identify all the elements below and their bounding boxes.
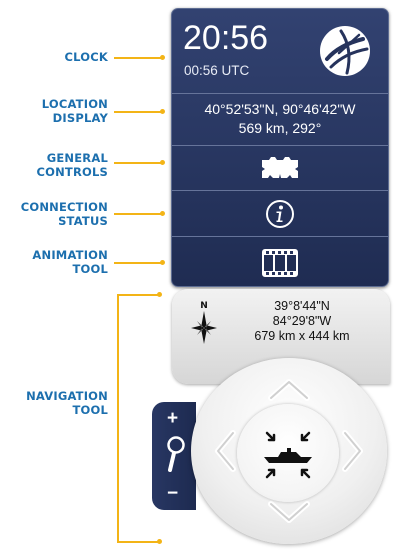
location-coords: 40°52'53"N, 90°46'42"W: [204, 101, 356, 117]
pan-left-button[interactable]: [215, 430, 236, 472]
zoom-in-button[interactable]: +: [167, 409, 178, 428]
clock-section[interactable]: 20:56 00:56 UTC: [172, 9, 388, 93]
callout-navigation: NAVIGATION TOOL: [26, 389, 108, 417]
navigation-extent: 679 km x 444 km: [254, 329, 350, 343]
location-distance: 569 km, 292°: [238, 120, 322, 136]
clock-utc: 00:56 UTC: [184, 63, 250, 78]
info-icon: [266, 199, 294, 228]
callout-connection-leader: [114, 211, 165, 216]
callout-location-leader: [114, 109, 165, 114]
callout-animation-leader: [114, 260, 165, 265]
globe-icon[interactable]: [317, 23, 373, 79]
callout-animation-line1: ANIMATION: [32, 248, 108, 262]
callout-animation-line2: TOOL: [72, 262, 108, 276]
general-controls-button[interactable]: [172, 145, 388, 190]
navigation-lon: 84°29'8"W: [272, 314, 332, 328]
zoom-out-button[interactable]: −: [167, 484, 178, 503]
callout-navigation-line1: NAVIGATION: [26, 389, 108, 403]
callout-location-line2: DISPLAY: [52, 111, 108, 125]
callout-connection-line2: STATUS: [58, 214, 108, 228]
pan-right-button[interactable]: [342, 430, 363, 472]
clock-time: 20:56: [183, 19, 269, 57]
animation-tool-button[interactable]: [172, 236, 388, 286]
gear-strip-icon: [262, 157, 298, 178]
location-section[interactable]: 40°52'53"N, 90°46'42"W 569 km, 292°: [172, 93, 388, 145]
navigation-lat: 39°8'44"N: [274, 299, 330, 313]
callout-general-leader: [114, 160, 165, 165]
callout-location-line1: LOCATION: [41, 97, 108, 111]
compass-icon[interactable]: N: [187, 298, 225, 346]
callout-animation: ANIMATION TOOL: [32, 248, 108, 276]
film-icon: [262, 248, 298, 277]
callout-general-line2: CONTROLS: [36, 165, 108, 179]
callout-clock-leader: [114, 55, 165, 60]
pan-down-button[interactable]: [268, 501, 310, 523]
callout-connection: CONNECTION STATUS: [21, 200, 108, 228]
navigation-coords: 39°8'44"N 84°29'8"W 679 km x 444 km: [232, 299, 372, 344]
callout-navigation-bracket-top: [117, 292, 162, 297]
callout-clock-line1: CLOCK: [64, 50, 108, 64]
recenter-ship-icon: [264, 431, 312, 479]
callout-navigation-bracket: [117, 294, 119, 542]
callout-connection-line1: CONNECTION: [20, 200, 108, 214]
callout-general: GENERAL CONTROLS: [36, 151, 108, 179]
connection-status-button[interactable]: [172, 190, 388, 236]
callout-navigation-line2: TOOL: [72, 403, 108, 417]
callout-location: LOCATION DISPLAY: [42, 97, 108, 125]
pan-up-button[interactable]: [268, 379, 310, 401]
compass-north-label: N: [200, 301, 208, 311]
callout-clock: CLOCK: [65, 50, 109, 64]
control-panel: 20:56 00:56 UTC 40°52'53"N, 90°46'42"W 5…: [171, 8, 389, 287]
callout-general-line1: GENERAL: [46, 151, 108, 165]
magnifier-icon[interactable]: [162, 432, 188, 476]
callout-navigation-bracket-bottom: [117, 539, 162, 544]
